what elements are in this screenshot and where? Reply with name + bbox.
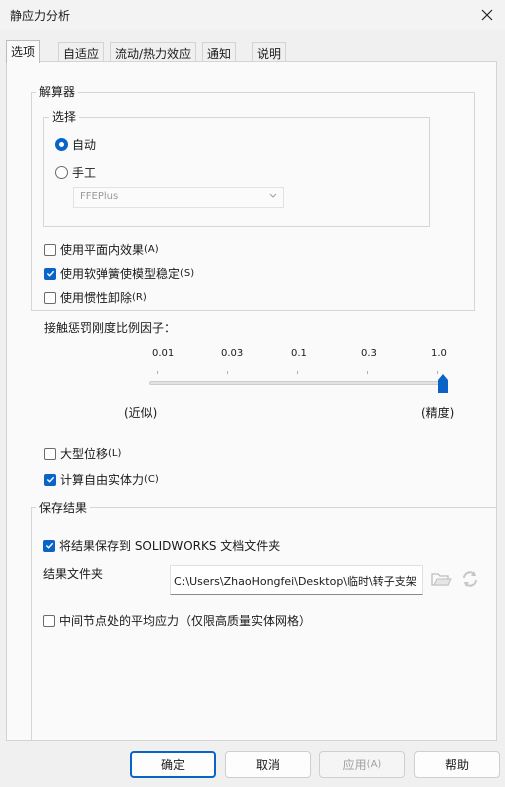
inertial-shortcut: (R) bbox=[132, 292, 147, 303]
tab-adaptive[interactable]: 自适应 bbox=[58, 42, 105, 62]
inplane-shortcut: (A) bbox=[144, 244, 159, 255]
tick-mark bbox=[227, 371, 228, 374]
tick-label: 0.1 bbox=[291, 348, 307, 359]
inertial-checkbox[interactable] bbox=[44, 291, 56, 304]
ok-button[interactable]: 确定 bbox=[130, 751, 216, 778]
soft-spring-shortcut: (S) bbox=[180, 268, 195, 279]
tick-label: 0.03 bbox=[221, 348, 244, 359]
close-icon[interactable] bbox=[476, 5, 498, 25]
avg-stress-checkbox-row[interactable]: 中间节点处的平均应力（仅限高质量实体网格） bbox=[43, 612, 311, 629]
avg-stress-label: 中间节点处的平均应力（仅限高质量实体网格） bbox=[59, 614, 312, 628]
tick-mark bbox=[367, 371, 368, 374]
contact-slider-thumb[interactable] bbox=[438, 374, 448, 393]
soft-spring-checkbox-row[interactable]: 使用软弹簧使模型稳定 (S) bbox=[44, 265, 194, 282]
selection-group-label: 选择 bbox=[49, 108, 80, 125]
save-to-docs-checkbox-row[interactable]: 将结果保存到 SOLIDWORKS 文档文件夹 bbox=[43, 537, 280, 554]
title-bar: 静应力分析 bbox=[0, 0, 505, 30]
slider-left-label: (近似) bbox=[124, 406, 158, 420]
large-disp-checkbox[interactable] bbox=[44, 447, 56, 460]
auto-radio[interactable] bbox=[55, 138, 68, 151]
tick-mark bbox=[157, 371, 158, 374]
contact-slider-track[interactable] bbox=[149, 381, 441, 385]
inertial-checkbox-row[interactable]: 使用惯性卸除 (R) bbox=[44, 289, 147, 306]
inplane-checkbox[interactable] bbox=[44, 243, 56, 256]
tick-label: 0.01 bbox=[152, 348, 175, 359]
apply-button[interactable]: 应用 (A) bbox=[319, 751, 405, 778]
large-disp-shortcut: (L) bbox=[108, 448, 122, 459]
inplane-checkbox-row[interactable]: 使用平面内效果 (A) bbox=[44, 241, 159, 258]
manual-radio[interactable] bbox=[55, 166, 68, 179]
tab-notification[interactable]: 通知 bbox=[202, 42, 237, 62]
folder-open-icon[interactable] bbox=[430, 569, 452, 592]
save-to-docs-checkbox[interactable] bbox=[43, 539, 55, 552]
chevron-down-icon bbox=[268, 190, 278, 203]
save-group-label: 保存结果 bbox=[36, 499, 91, 516]
tab-options[interactable]: 选项 bbox=[6, 40, 41, 63]
tick-label: 0.3 bbox=[361, 348, 377, 359]
avg-stress-checkbox[interactable] bbox=[43, 614, 55, 627]
auto-radio-row[interactable]: 自动 bbox=[55, 136, 96, 153]
soft-spring-label: 使用软弹簧使模型稳定 bbox=[60, 267, 181, 281]
large-disp-label: 大型位移 bbox=[60, 447, 109, 461]
help-button[interactable]: 帮助 bbox=[414, 751, 500, 778]
solver-group-label: 解算器 bbox=[36, 83, 79, 100]
free-body-shortcut: (C) bbox=[144, 474, 159, 485]
solver-select-value: FFEPlus bbox=[80, 191, 119, 202]
manual-radio-row[interactable]: 手工 bbox=[55, 164, 96, 181]
slider-right-label: (精度) bbox=[421, 406, 455, 420]
contact-label: 接触惩罚刚度比例因子： bbox=[44, 321, 177, 335]
refresh-icon[interactable] bbox=[459, 569, 481, 592]
manual-label: 手工 bbox=[72, 166, 97, 180]
selection-group bbox=[43, 117, 430, 227]
tick-mark bbox=[297, 371, 298, 374]
cancel-button[interactable]: 取消 bbox=[225, 751, 311, 778]
window-title: 静应力分析 bbox=[10, 9, 71, 23]
tab-description[interactable]: 说明 bbox=[252, 42, 287, 62]
inertial-label: 使用惯性卸除 bbox=[60, 291, 133, 305]
free-body-label: 计算自由实体力 bbox=[60, 473, 145, 487]
inplane-label: 使用平面内效果 bbox=[60, 243, 145, 257]
solver-select[interactable]: FFEPlus bbox=[73, 187, 284, 208]
tick-label: 1.0 bbox=[431, 348, 447, 359]
auto-label: 自动 bbox=[72, 138, 97, 152]
large-disp-checkbox-row[interactable]: 大型位移 (L) bbox=[44, 445, 121, 462]
soft-spring-checkbox[interactable] bbox=[44, 267, 56, 280]
tab-flow-thermal[interactable]: 流动/热力效应 bbox=[110, 42, 197, 62]
free-body-checkbox-row[interactable]: 计算自由实体力 (C) bbox=[44, 471, 159, 488]
check-icon bbox=[45, 542, 53, 549]
free-body-checkbox[interactable] bbox=[44, 473, 56, 486]
check-icon bbox=[46, 270, 54, 277]
results-folder-label: 结果文件夹 bbox=[43, 567, 104, 581]
save-to-docs-label: 将结果保存到 SOLIDWORKS 文档文件夹 bbox=[59, 539, 281, 553]
check-icon bbox=[46, 476, 54, 483]
results-folder-input[interactable]: C:\Users\ZhaoHongfei\Desktop\临时\转子支架 bbox=[170, 565, 423, 595]
